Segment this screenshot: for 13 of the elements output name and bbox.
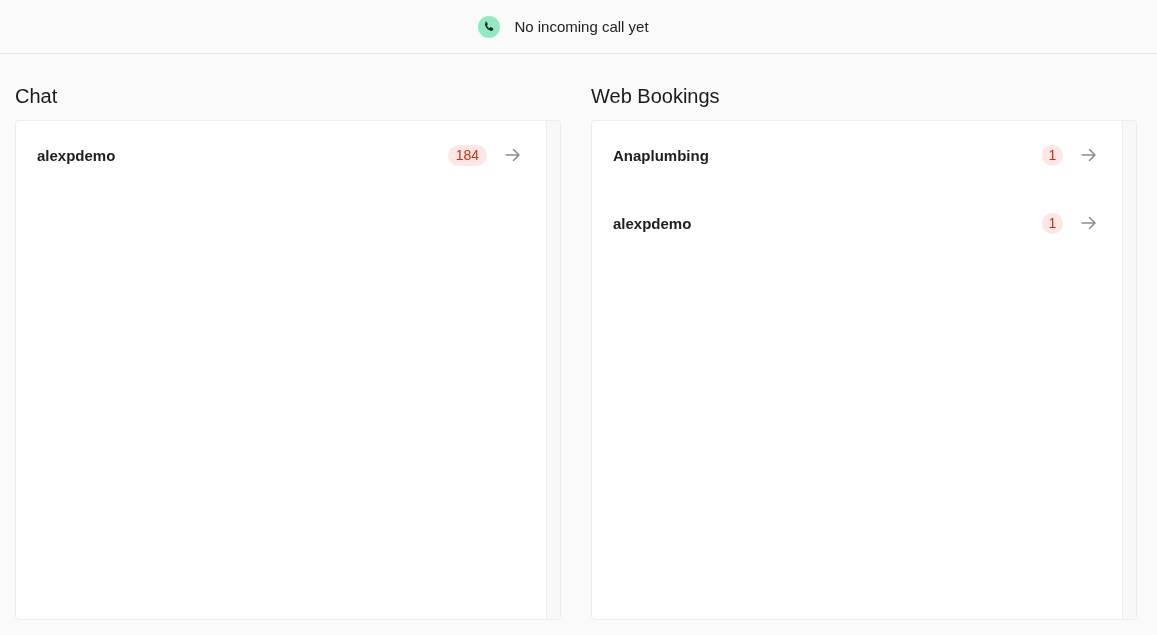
- contact-name[interactable]: alexpdemo: [613, 214, 692, 232]
- count-badge: 184: [447, 144, 487, 166]
- contact-name[interactable]: Anaplumbing: [613, 146, 709, 164]
- count-badge: 1: [1042, 212, 1063, 234]
- arrow-right-icon[interactable]: [1081, 216, 1097, 230]
- contact-name[interactable]: alexpdemo: [37, 146, 116, 164]
- section-title: Chat: [15, 84, 58, 108]
- count-badge: 1: [1042, 144, 1063, 166]
- phone-icon: [478, 15, 501, 38]
- arrow-right-icon[interactable]: [505, 148, 521, 162]
- call-status-text: No incoming call yet: [514, 18, 649, 35]
- arrow-right-icon[interactable]: [1081, 148, 1097, 162]
- section-title: Web Bookings: [591, 84, 720, 108]
